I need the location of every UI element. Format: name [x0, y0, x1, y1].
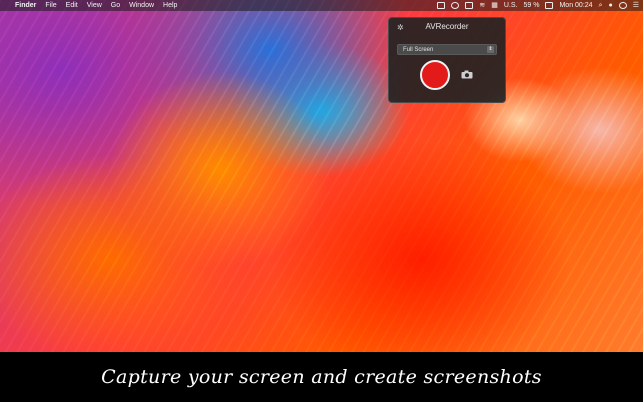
menu-help[interactable]: Help: [163, 1, 177, 10]
menu-edit[interactable]: Edit: [66, 1, 78, 10]
notification-center-icon[interactable]: ☰: [633, 1, 639, 10]
caption-banner: Capture your screen and create screensho…: [0, 352, 643, 402]
wallpaper-texture: [0, 0, 643, 352]
camera-icon[interactable]: [461, 70, 473, 79]
avrecorder-panel: ✲ AVRecorder Full Screen ⇕: [388, 17, 506, 103]
avrecorder-status-icon[interactable]: [437, 2, 446, 9]
capture-mode-value: Full Screen: [403, 47, 434, 53]
panel-title: AVRecorder: [425, 22, 469, 31]
clock[interactable]: Mon 00:24: [559, 1, 592, 10]
menu-bar: Finder File Edit View Go Window Help ≋ ▦…: [0, 0, 643, 11]
menu-file[interactable]: File: [45, 1, 56, 10]
spotlight-search-icon[interactable]: ⌕: [599, 1, 603, 10]
input-source-label[interactable]: U.S.: [504, 1, 518, 10]
chevron-up-down-icon: ⇕: [487, 46, 494, 53]
desktop-wallpaper: [0, 0, 643, 352]
record-button[interactable]: [420, 60, 450, 90]
capture-mode-select[interactable]: Full Screen ⇕: [397, 44, 497, 55]
menu-go[interactable]: Go: [111, 1, 120, 10]
user-icon[interactable]: ●: [608, 1, 612, 10]
battery-percent[interactable]: 59 %: [524, 1, 540, 10]
menu-view[interactable]: View: [87, 1, 102, 10]
siri-icon[interactable]: [618, 2, 627, 9]
menu-window[interactable]: Window: [129, 1, 154, 10]
menu-app-name[interactable]: Finder: [15, 1, 36, 10]
camera-status-icon[interactable]: [465, 2, 474, 9]
wifi-icon[interactable]: ≋: [479, 1, 485, 10]
caption-text: Capture your screen and create screensho…: [101, 366, 542, 388]
record-status-icon[interactable]: [451, 2, 460, 9]
battery-icon[interactable]: [545, 2, 554, 9]
flag-icon[interactable]: ▦: [491, 1, 498, 10]
